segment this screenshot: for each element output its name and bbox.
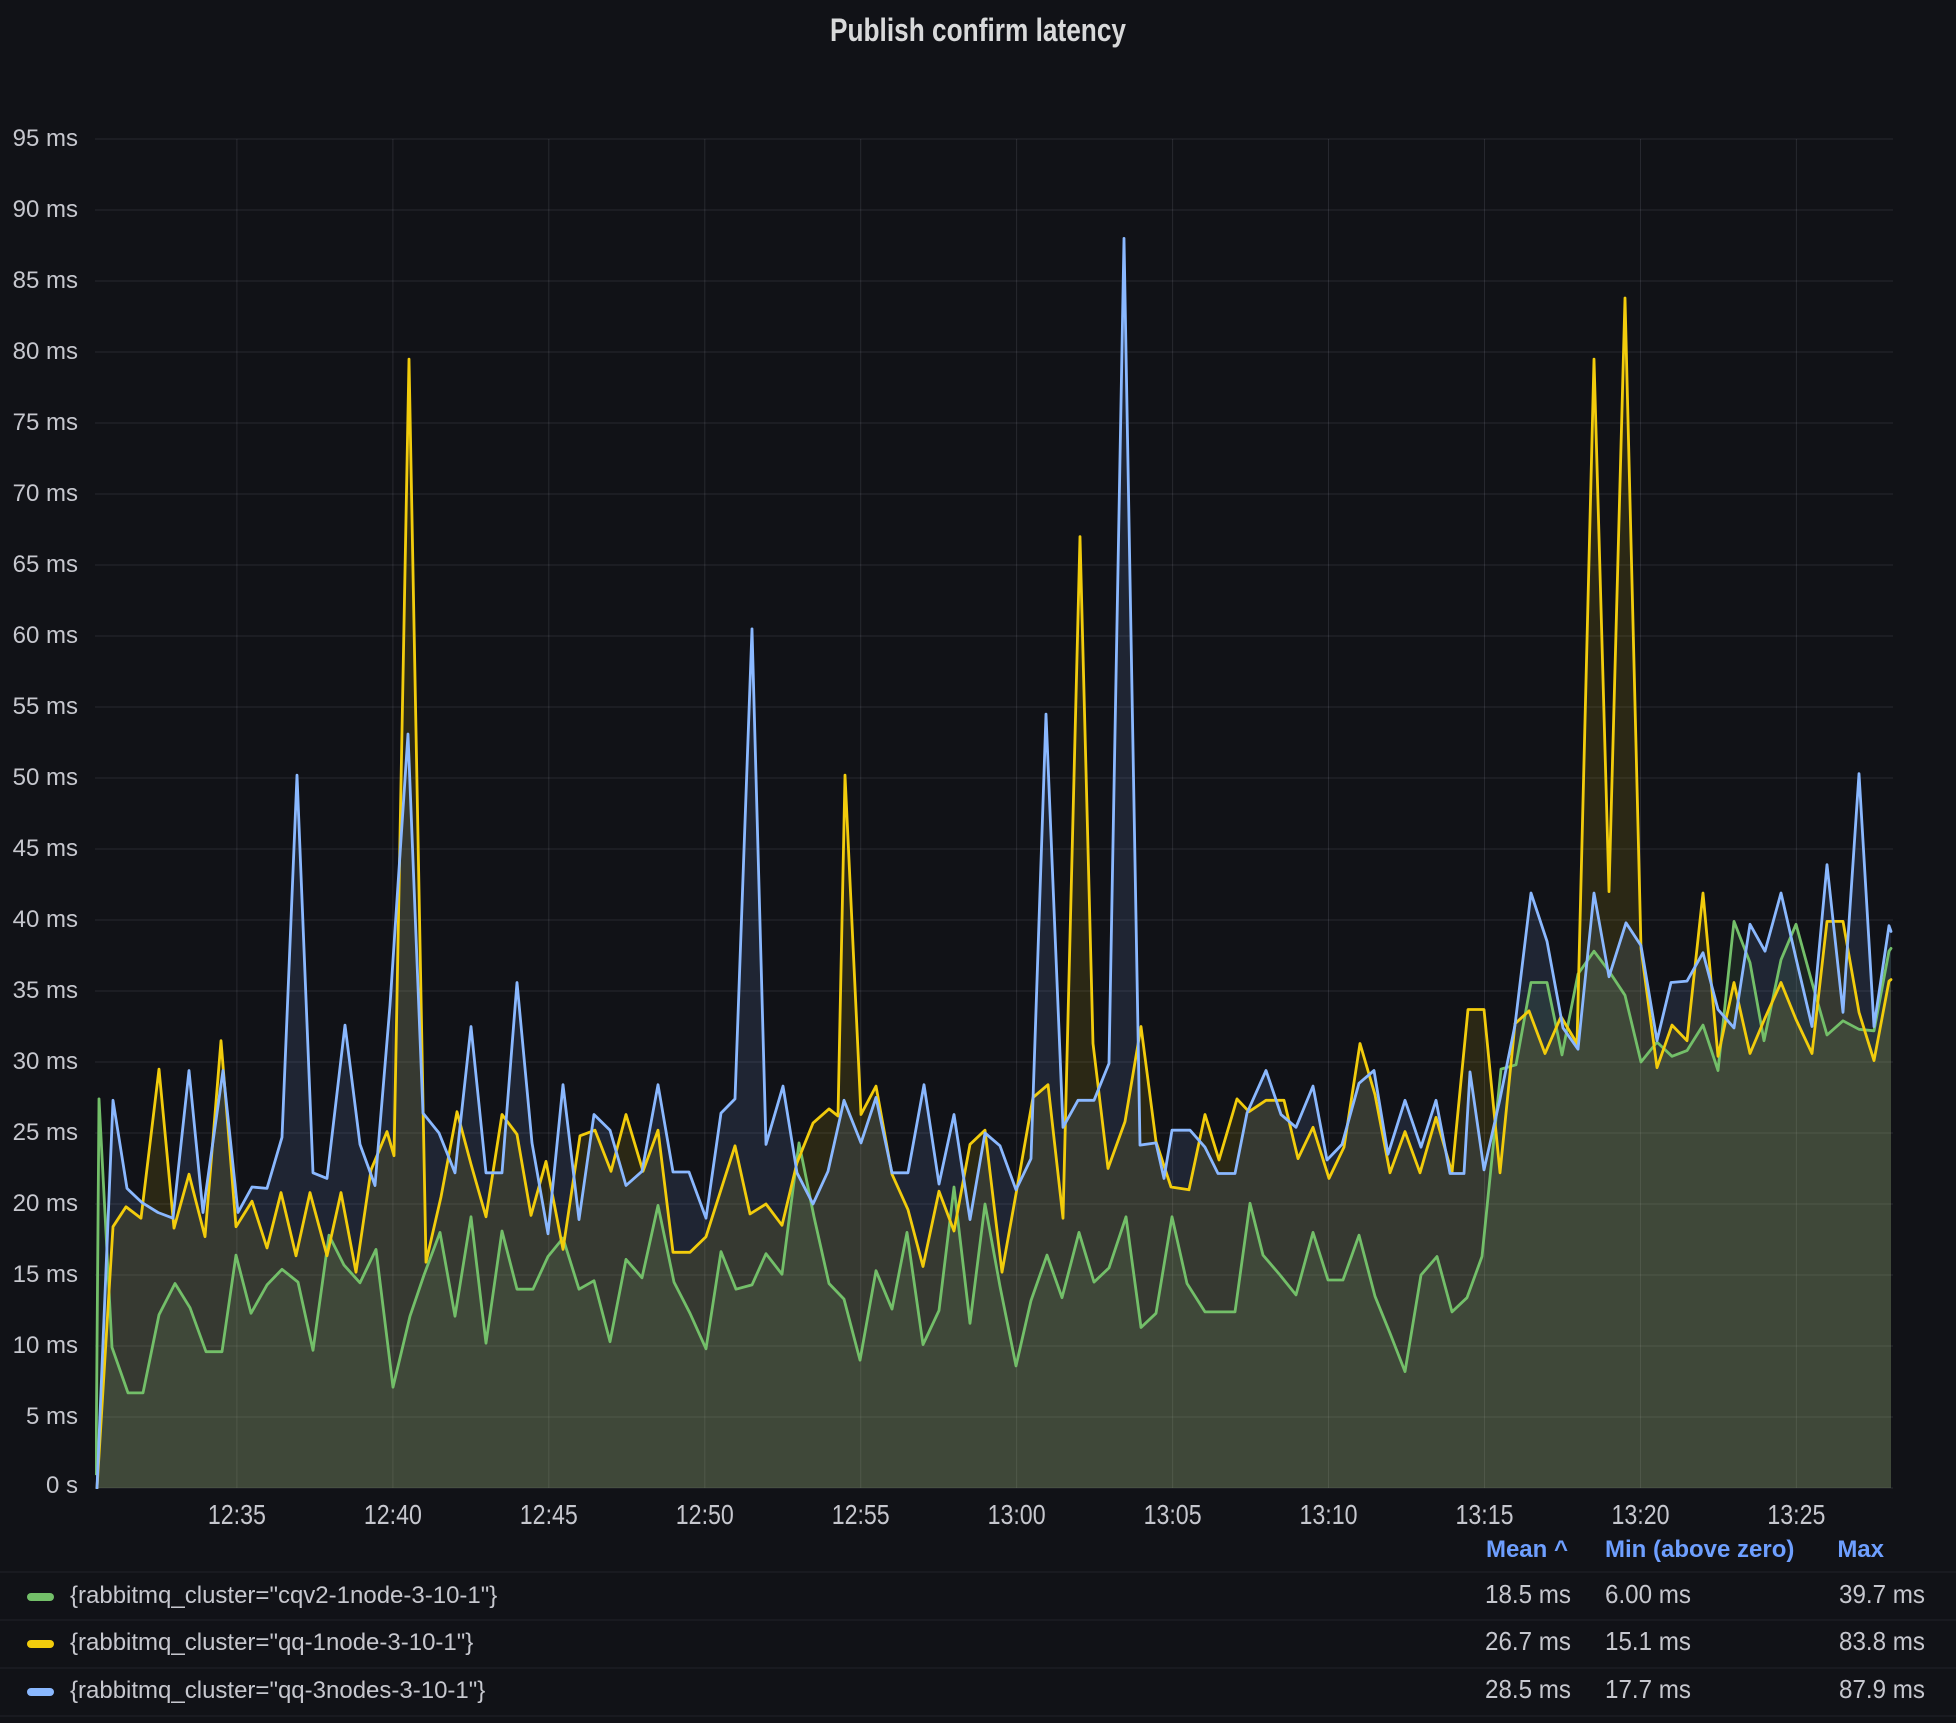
svg-text:6.00 ms: 6.00 ms (1605, 1579, 1691, 1609)
svg-text:18.5 ms: 18.5 ms (1485, 1579, 1571, 1609)
svg-text:95 ms: 95 ms (13, 125, 78, 152)
svg-text:13:05: 13:05 (1144, 1499, 1202, 1530)
svg-text:87.9 ms: 87.9 ms (1839, 1674, 1925, 1704)
svg-text:Mean ^: Mean ^ (1486, 1536, 1568, 1563)
svg-text:83.8 ms: 83.8 ms (1839, 1626, 1925, 1656)
svg-text:12:50: 12:50 (676, 1499, 734, 1530)
svg-text:35 ms: 35 ms (13, 977, 78, 1004)
svg-text:75 ms: 75 ms (13, 409, 78, 436)
svg-text:13:15: 13:15 (1456, 1499, 1514, 1530)
svg-text:12:45: 12:45 (520, 1499, 578, 1530)
svg-text:15.1 ms: 15.1 ms (1605, 1626, 1691, 1656)
svg-text:28.5 ms: 28.5 ms (1485, 1674, 1571, 1704)
svg-text:{rabbitmq_cluster="qq-3nodes-3: {rabbitmq_cluster="qq-3nodes-3-10-1"} (70, 1677, 485, 1704)
svg-text:12:35: 12:35 (208, 1499, 266, 1530)
svg-text:50 ms: 50 ms (13, 764, 78, 791)
svg-text:Max: Max (1837, 1536, 1884, 1563)
svg-text:15 ms: 15 ms (13, 1261, 78, 1288)
svg-text:12:55: 12:55 (832, 1499, 890, 1530)
svg-text:{rabbitmq_cluster="cqv2-1node-: {rabbitmq_cluster="cqv2-1node-3-10-1"} (70, 1582, 497, 1609)
svg-text:45 ms: 45 ms (13, 835, 78, 862)
svg-text:55 ms: 55 ms (13, 693, 78, 720)
svg-text:60 ms: 60 ms (13, 622, 78, 649)
svg-text:80 ms: 80 ms (13, 338, 78, 365)
svg-text:20 ms: 20 ms (13, 1190, 78, 1217)
svg-text:25 ms: 25 ms (13, 1119, 78, 1146)
svg-text:70 ms: 70 ms (13, 480, 78, 507)
svg-text:40 ms: 40 ms (13, 906, 78, 933)
svg-text:85 ms: 85 ms (13, 267, 78, 294)
svg-text:65 ms: 65 ms (13, 551, 78, 578)
svg-text:90 ms: 90 ms (13, 196, 78, 223)
svg-text:30 ms: 30 ms (13, 1048, 78, 1075)
svg-text:13:25: 13:25 (1767, 1499, 1825, 1530)
svg-text:26.7 ms: 26.7 ms (1485, 1626, 1571, 1656)
svg-text:{rabbitmq_cluster="qq-1node-3-: {rabbitmq_cluster="qq-1node-3-10-1"} (70, 1629, 473, 1656)
svg-text:13:00: 13:00 (988, 1499, 1046, 1530)
svg-text:12:40: 12:40 (364, 1499, 422, 1530)
svg-text:Publish confirm latency: Publish confirm latency (830, 12, 1126, 48)
svg-text:13:20: 13:20 (1612, 1499, 1670, 1530)
svg-text:17.7 ms: 17.7 ms (1605, 1674, 1691, 1704)
svg-text:10 ms: 10 ms (13, 1332, 78, 1359)
svg-text:5 ms: 5 ms (26, 1403, 78, 1430)
svg-text:Min (above zero): Min (above zero) (1605, 1536, 1794, 1563)
svg-text:0 s: 0 s (46, 1472, 78, 1499)
svg-text:13:10: 13:10 (1300, 1499, 1358, 1530)
svg-text:39.7 ms: 39.7 ms (1839, 1579, 1925, 1609)
